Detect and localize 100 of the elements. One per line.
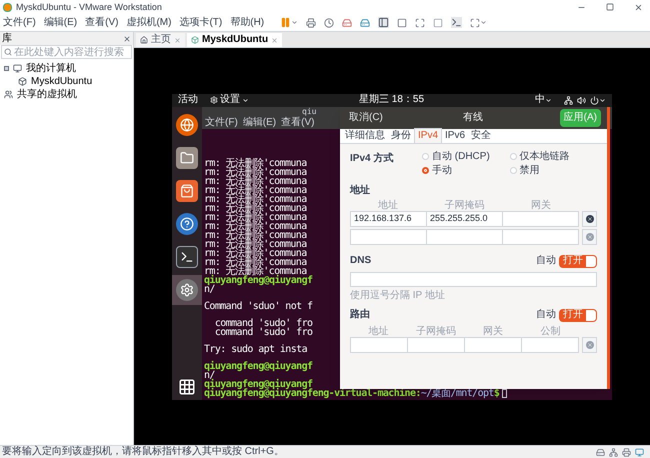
- window-title: MyskdUbuntu - VMware Workstation: [16, 2, 163, 12]
- method-label: IPv4 方式: [350, 152, 394, 166]
- stretch-icon[interactable]: [470, 18, 488, 28]
- tab-label: 主页: [151, 35, 171, 45]
- caret-icon: [545, 96, 552, 104]
- radio-label[interactable]: 自动 (DHCP): [432, 152, 490, 162]
- clock[interactable]: 星期三 18：55: [359, 95, 535, 105]
- dns-hint: 使用逗号分隔 IP 地址: [350, 290, 446, 300]
- terminal-menu-item[interactable]: 编辑(E): [242, 118, 276, 128]
- tab-label: MyskdUbuntu: [202, 35, 268, 45]
- printer-icon[interactable]: [622, 448, 631, 456]
- terminal-menu-item[interactable]: 查看(V): [281, 118, 314, 128]
- prompt-line: qiuyangfeng@qiuyangf: [204, 362, 312, 370]
- library-title: 库: [2, 34, 12, 44]
- tab[interactable]: 主页: [136, 33, 185, 47]
- menu-item[interactable]: 选项卡(T): [179, 18, 222, 28]
- dns-input[interactable]: [350, 272, 597, 286]
- globe-icon: [176, 114, 198, 136]
- section-title: 地址: [350, 186, 371, 196]
- output-line: command 'sudo' fro: [214, 318, 312, 328]
- volume-icon[interactable]: [577, 96, 586, 104]
- column-header: 网关: [482, 326, 504, 336]
- output-line: rm: 无法删除'communa: [204, 240, 307, 248]
- remove-icon[interactable]: [582, 210, 597, 226]
- menu-item[interactable]: 文件(F): [3, 18, 36, 28]
- activities-button[interactable]: 活动: [178, 95, 198, 105]
- tab[interactable]: IPv6: [442, 128, 468, 142]
- radio-label[interactable]: 仅本地链路: [520, 152, 570, 162]
- section-title: DNS: [350, 256, 372, 266]
- radio-label[interactable]: 禁用: [520, 166, 540, 176]
- output-line: rm: 无法删除'communa: [204, 204, 307, 212]
- toggle-switch[interactable]: 打开: [559, 308, 597, 322]
- folder-icon: [176, 146, 198, 168]
- output-line: rm: 无法删除'communa: [204, 176, 307, 186]
- sidebar-icon[interactable]: [378, 17, 390, 28]
- pause-icon[interactable]: [280, 17, 298, 28]
- output-line: rm: 无法删除'communa: [204, 258, 307, 266]
- app-grid-icon[interactable]: [178, 378, 196, 396]
- input-method-label: 中: [535, 95, 545, 105]
- output-line: rm: 无法删除'communa: [204, 248, 307, 258]
- help-icon: [176, 212, 198, 234]
- display-icon[interactable]: [635, 448, 644, 456]
- console-icon[interactable]: [451, 17, 462, 28]
- power-icon[interactable]: [590, 96, 606, 104]
- tab[interactable]: 身份: [388, 128, 414, 142]
- output-line: rm: 无法删除'communa: [204, 230, 307, 240]
- prompt-line: qiuyangfeng@qiuyangfeng-virtual-machine:~/桌面/mnt/opt$: [204, 388, 500, 398]
- output-line: n/: [204, 370, 215, 380]
- column-header: 地址: [368, 326, 390, 336]
- toggle-switch[interactable]: 打开: [559, 254, 597, 268]
- input-method[interactable]: 中: [535, 95, 552, 105]
- monitor-icon: [13, 64, 22, 73]
- bag-icon: [176, 180, 198, 202]
- shared-icon: [4, 90, 13, 99]
- menu-item[interactable]: 虚拟机(M): [126, 18, 172, 28]
- output-line: rm: 无法删除'communa: [204, 168, 307, 176]
- network-icon[interactable]: [564, 96, 573, 104]
- output-line: n/: [204, 284, 215, 294]
- vm-icon: [18, 77, 27, 86]
- menu-item[interactable]: 查看(V): [85, 18, 118, 28]
- terminal-icon: [176, 246, 198, 268]
- column-header: 子网掩码: [443, 200, 486, 210]
- caret-icon: [242, 96, 249, 104]
- terminal-title: qiu: [302, 106, 316, 116]
- vm-icon: [191, 36, 199, 44]
- column-header: 公制: [539, 326, 562, 336]
- maximize-icon[interactable]: [606, 3, 614, 11]
- auto-label: 自动: [536, 256, 556, 266]
- output-line: Command 'sduo' not f: [204, 302, 312, 310]
- home-icon: [140, 36, 148, 44]
- tree-item[interactable]: 共享的虚拟机: [17, 90, 77, 100]
- expander-icon[interactable]: [4, 66, 9, 71]
- dock-item[interactable]: [172, 274, 202, 304]
- output-line: Try: sudo apt insta: [204, 344, 307, 354]
- output-line: rm: 无法删除'communa: [204, 158, 307, 168]
- output-line: command 'sudo' fro: [214, 328, 312, 336]
- column-header: 网关: [530, 200, 552, 210]
- fullscreen-icon[interactable]: [415, 18, 426, 28]
- menu-item[interactable]: 编辑(E): [44, 18, 78, 28]
- output-line: rm: 无法删除'communa: [204, 194, 307, 204]
- cancel-button[interactable]: 取消(C): [346, 110, 386, 126]
- radio-button[interactable]: [422, 167, 429, 174]
- dialog-title: 有线: [462, 112, 484, 122]
- tree-item[interactable]: 我的计算机: [26, 64, 76, 74]
- tree-item[interactable]: MyskdUbuntu: [31, 76, 92, 86]
- close-icon[interactable]: [123, 34, 131, 42]
- tab[interactable]: 安全: [468, 128, 494, 142]
- terminal-menu-item[interactable]: 文件(F): [205, 118, 238, 128]
- clock-icon[interactable]: [324, 18, 334, 28]
- radio-label[interactable]: 手动: [432, 166, 452, 176]
- tab[interactable]: MyskdUbuntu: [187, 33, 282, 47]
- settings-icon: [176, 278, 198, 300]
- app-menu[interactable]: 设置: [210, 95, 249, 105]
- status-text: 要将输入定向到该虚拟机，请将鼠标指针移入其中或按 Ctrl+G。: [2, 447, 285, 457]
- menu-item[interactable]: 帮助(H): [230, 18, 264, 28]
- close-icon[interactable]: [634, 2, 643, 12]
- column-header: 子网掩码: [414, 326, 457, 336]
- output-line: rm: 无法删除'communa: [204, 266, 307, 276]
- gear-icon: [210, 96, 218, 104]
- tab[interactable]: 详细信息: [342, 128, 388, 142]
